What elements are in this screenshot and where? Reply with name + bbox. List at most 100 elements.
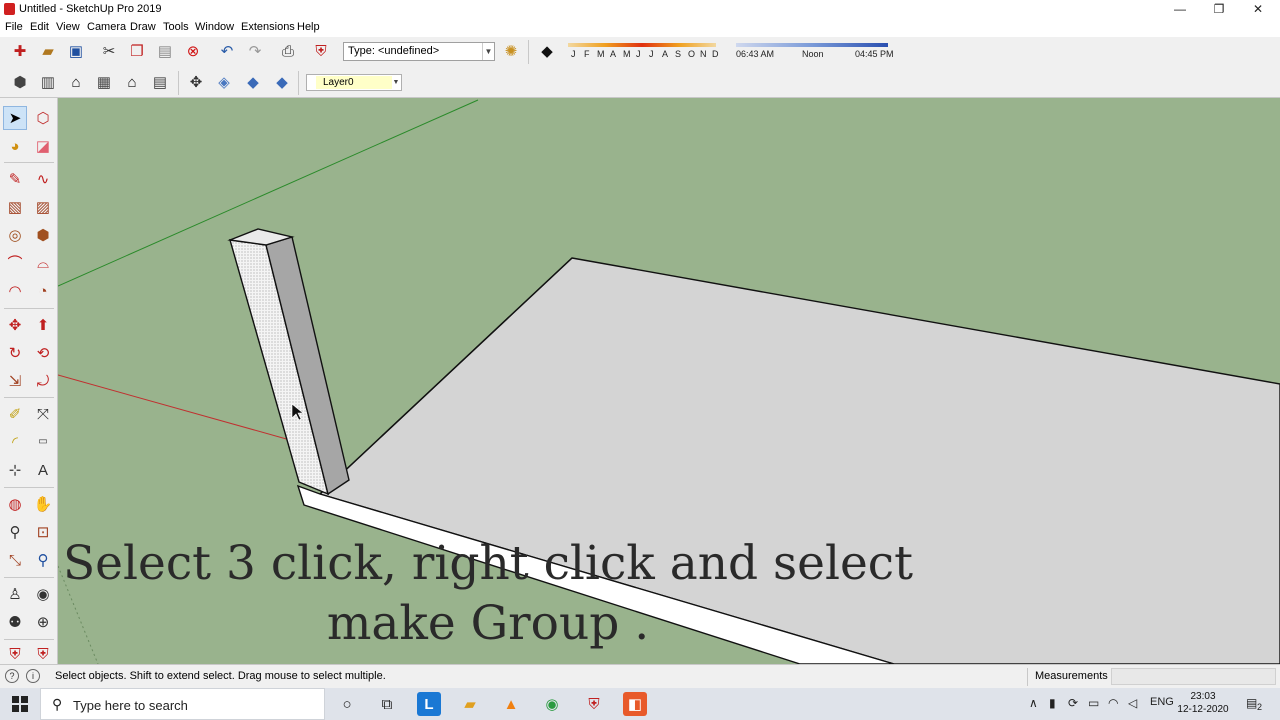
restore-button[interactable]: ❐ bbox=[1204, 1, 1234, 18]
xray-icon[interactable]: ✥ bbox=[185, 71, 207, 93]
zoom-window-icon[interactable]: ⊡ bbox=[31, 520, 55, 544]
measurements-input[interactable] bbox=[1111, 668, 1276, 685]
look-around-icon[interactable]: ◉ bbox=[31, 582, 55, 606]
modeling-viewport[interactable]: Select 3 click, right click and select m… bbox=[58, 98, 1280, 664]
task-view-icon[interactable]: ⧉ bbox=[375, 692, 399, 716]
month-slider[interactable] bbox=[568, 43, 716, 47]
paste-icon[interactable]: ▤ bbox=[154, 40, 176, 62]
rotated-rectangle-icon[interactable]: ▨ bbox=[31, 195, 55, 219]
right-view-icon[interactable]: ▦ bbox=[93, 71, 115, 93]
menu-window[interactable]: Window bbox=[195, 21, 234, 33]
dimension-tool-icon[interactable]: ⤧ bbox=[31, 402, 55, 426]
text-tool-icon[interactable]: ▭ bbox=[31, 430, 55, 454]
top-view-icon[interactable]: ▥ bbox=[37, 71, 59, 93]
undo-icon[interactable]: ↶ bbox=[216, 40, 238, 62]
three-point-arc-icon[interactable]: ◠ bbox=[3, 279, 27, 303]
type-select[interactable]: Type: <undefined> ▼ bbox=[343, 42, 495, 61]
make-component-icon[interactable]: ⬡ bbox=[31, 106, 55, 130]
shaded-icon[interactable]: ◆ bbox=[242, 71, 264, 93]
language-indicator[interactable]: ENG bbox=[1150, 696, 1174, 708]
vlc-icon[interactable]: ▲ bbox=[499, 692, 523, 716]
line-tool-icon[interactable]: ✎ bbox=[3, 167, 27, 191]
chevron-down-icon[interactable]: ▼ bbox=[482, 43, 494, 60]
scale-tool-icon[interactable]: ⇲ bbox=[3, 369, 27, 393]
cortana-icon[interactable]: ○ bbox=[335, 692, 359, 716]
tape-measure-icon[interactable]: ✐ bbox=[3, 402, 27, 426]
zoom-extents-icon[interactable]: ⤡ bbox=[3, 548, 27, 572]
model-info-icon[interactable]: ⛨ bbox=[310, 40, 332, 62]
eraser-icon[interactable]: ◪ bbox=[31, 134, 55, 158]
shadows-toggle-icon[interactable]: ◆ bbox=[536, 40, 558, 62]
protractor-icon[interactable]: ◜ bbox=[3, 430, 27, 454]
arc-tool-icon[interactable]: ⌒ bbox=[3, 251, 27, 275]
axes-tool-icon[interactable]: ⊹ bbox=[3, 458, 27, 482]
save-icon[interactable]: ▣ bbox=[65, 40, 87, 62]
front-view-icon[interactable]: ⌂ bbox=[65, 71, 87, 93]
erase-selection-icon[interactable]: ⊗ bbox=[182, 40, 204, 62]
menu-tools[interactable]: Tools bbox=[163, 21, 189, 33]
clock[interactable]: 23:03 12-12-2020 bbox=[1172, 690, 1234, 716]
battery-icon[interactable]: ▭ bbox=[1088, 696, 1099, 710]
chevron-down-icon[interactable]: ▼ bbox=[391, 75, 401, 90]
rotate-tool-icon[interactable]: ↻ bbox=[3, 341, 27, 365]
polygon-tool-icon[interactable]: ⬢ bbox=[31, 223, 55, 247]
pie-tool-icon[interactable]: ◔ bbox=[31, 279, 55, 303]
sync-icon[interactable]: ⟳ bbox=[1068, 696, 1078, 710]
3d-text-icon[interactable]: A bbox=[31, 458, 55, 482]
chrome-icon[interactable]: ◉ bbox=[540, 692, 564, 716]
menu-camera[interactable]: Camera bbox=[87, 21, 126, 33]
copy-icon[interactable]: ❐ bbox=[126, 40, 148, 62]
rectangle-tool-icon[interactable]: ▧ bbox=[3, 195, 27, 219]
open-folder-icon[interactable]: ▰ bbox=[37, 40, 59, 62]
back-view-icon[interactable]: ⌂ bbox=[121, 71, 143, 93]
paint-bucket-icon[interactable]: ◕ bbox=[3, 134, 27, 158]
menu-draw[interactable]: Draw bbox=[130, 21, 156, 33]
push-pull-icon[interactable]: ⬆ bbox=[31, 313, 55, 337]
section-plane-icon[interactable]: ⊕ bbox=[31, 610, 55, 634]
volume-icon[interactable]: ◁ bbox=[1128, 696, 1137, 710]
left-view-icon[interactable]: ▤ bbox=[149, 71, 171, 93]
menu-view[interactable]: View bbox=[56, 21, 80, 33]
circle-tool-icon[interactable]: ◎ bbox=[3, 223, 27, 247]
orbit-tool-icon[interactable]: ◍ bbox=[3, 492, 27, 516]
offset-tool-icon[interactable]: ⤾ bbox=[31, 369, 55, 393]
sketchup-taskbar-icon[interactable]: ⛨ bbox=[582, 692, 606, 716]
walk-tool-icon[interactable]: ⚉ bbox=[3, 610, 27, 634]
notifications-icon[interactable]: ▤ bbox=[1246, 696, 1257, 710]
wireframe-icon[interactable]: ◈ bbox=[213, 71, 235, 93]
print-icon[interactable]: ⎙ bbox=[277, 40, 299, 62]
layer-select[interactable]: Layer0 ▼ bbox=[306, 74, 402, 91]
screen-recorder-icon[interactable]: ◧ bbox=[623, 692, 647, 716]
close-button[interactable]: ✕ bbox=[1243, 1, 1273, 18]
wifi-icon[interactable]: ◠ bbox=[1108, 696, 1118, 710]
new-file-icon[interactable]: ✚ bbox=[9, 40, 31, 62]
position-camera-icon[interactable]: ♙ bbox=[3, 582, 27, 606]
select-tool-icon[interactable]: ➤ bbox=[3, 106, 27, 130]
menu-edit[interactable]: Edit bbox=[30, 21, 49, 33]
cut-icon[interactable]: ✂ bbox=[98, 40, 120, 62]
previous-view-icon[interactable]: ⚲ bbox=[31, 548, 55, 572]
menu-help[interactable]: Help bbox=[297, 21, 320, 33]
time-slider[interactable] bbox=[736, 43, 888, 47]
microphone-icon[interactable]: ▮ bbox=[1049, 696, 1056, 710]
two-point-arc-icon[interactable]: ⌓ bbox=[31, 251, 55, 275]
start-button[interactable] bbox=[0, 688, 40, 720]
freehand-tool-icon[interactable]: ∿ bbox=[31, 167, 55, 191]
file-explorer-icon[interactable]: ▰ bbox=[458, 692, 482, 716]
app-l-icon[interactable]: L bbox=[417, 692, 441, 716]
warehouse-icon[interactable]: ⛨ bbox=[3, 642, 27, 666]
taskbar-search[interactable]: ⚲ Type here to search bbox=[40, 688, 325, 720]
geo-location-icon[interactable]: ? bbox=[5, 669, 19, 683]
pan-tool-icon[interactable]: ✋ bbox=[31, 492, 55, 516]
move-tool-icon[interactable]: ✥ bbox=[3, 313, 27, 337]
extension-warehouse-icon[interactable]: ⛨ bbox=[31, 642, 55, 666]
iso-view-icon[interactable]: ⬢ bbox=[9, 71, 31, 93]
minimize-button[interactable]: — bbox=[1165, 1, 1195, 18]
shaded-texture-icon[interactable]: ◆ bbox=[271, 71, 293, 93]
follow-me-icon[interactable]: ⟲ bbox=[31, 341, 55, 365]
menu-extensions[interactable]: Extensions bbox=[241, 21, 295, 33]
menu-file[interactable]: File bbox=[5, 21, 23, 33]
zoom-tool-icon[interactable]: ⚲ bbox=[3, 520, 27, 544]
info-icon[interactable]: i bbox=[26, 669, 40, 683]
redo-icon[interactable]: ↷ bbox=[244, 40, 266, 62]
